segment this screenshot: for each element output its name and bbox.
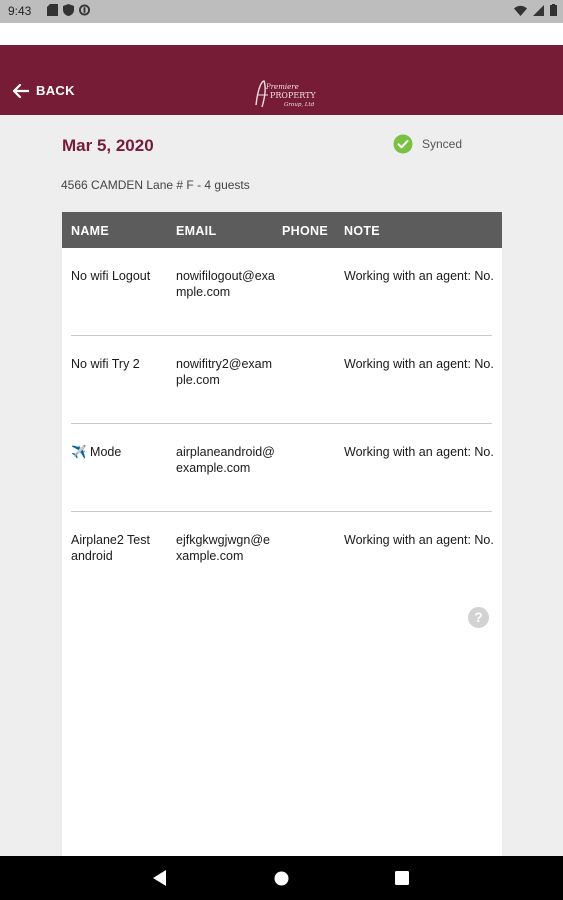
signal-icon bbox=[533, 4, 544, 16]
brand-logo: Premiere PROPERTY Group, Ltd bbox=[255, 80, 316, 108]
svg-text:PROPERTY: PROPERTY bbox=[270, 91, 316, 100]
app-header: BACK Premiere PROPERTY Group, Ltd bbox=[0, 45, 563, 115]
svg-text:Group, Ltd: Group, Ltd bbox=[284, 102, 315, 108]
table-row[interactable]: ✈️ Mode airplaneandroid@example.com Work… bbox=[62, 424, 502, 512]
event-date: Mar 5, 2020 bbox=[62, 136, 154, 155]
help-button[interactable]: ? bbox=[468, 607, 489, 628]
battery-icon bbox=[550, 4, 557, 16]
back-triangle-icon[interactable] bbox=[153, 870, 167, 886]
event-address: 4566 CAMDEN Lane # F - 4 guests bbox=[61, 178, 250, 192]
arrow-left-icon bbox=[13, 83, 29, 98]
sync-label: Synced bbox=[422, 137, 463, 151]
guest-email: nowifitry2@example.com bbox=[176, 357, 273, 387]
system-nav-bar bbox=[0, 856, 563, 900]
check-circle-icon bbox=[393, 134, 413, 154]
wifi-icon bbox=[514, 5, 527, 16]
status-bar: 9:43 bbox=[0, 0, 563, 23]
guest-note: Working with an agent: No. bbox=[344, 533, 494, 547]
column-header-phone: PHONE bbox=[282, 224, 328, 238]
back-button[interactable]: BACK bbox=[13, 83, 75, 98]
top-strip bbox=[0, 23, 563, 45]
guest-name: ✈️ Mode bbox=[71, 445, 122, 459]
data-saver-icon bbox=[79, 4, 90, 16]
table-header: NAME EMAIL PHONE NOTE bbox=[62, 212, 502, 248]
column-header-name: NAME bbox=[71, 224, 110, 238]
table-row[interactable]: Airplane2 Test android ejfkgkwgjwgn@exam… bbox=[62, 512, 502, 600]
shield-icon bbox=[63, 4, 74, 16]
sd-card-icon bbox=[47, 4, 58, 16]
guest-name: No wifi Logout bbox=[71, 269, 151, 283]
home-circle-icon[interactable] bbox=[274, 871, 289, 886]
guest-note: Working with an agent: No. bbox=[344, 269, 494, 283]
guest-table: NAME EMAIL PHONE NOTE No wifi Logout now… bbox=[62, 212, 502, 856]
sync-status: Synced bbox=[393, 134, 462, 154]
table-row[interactable]: No wifi Logout nowifilogout@example.com … bbox=[62, 248, 502, 336]
guest-email: airplaneandroid@example.com bbox=[176, 445, 275, 475]
table-row[interactable]: No wifi Try 2 nowifitry2@example.com Wor… bbox=[62, 336, 502, 424]
column-header-email: EMAIL bbox=[176, 224, 217, 238]
guest-note: Working with an agent: No. bbox=[344, 357, 494, 371]
svg-text:Premiere: Premiere bbox=[265, 83, 299, 91]
recents-square-icon[interactable] bbox=[395, 871, 409, 885]
column-header-note: NOTE bbox=[344, 224, 380, 238]
guest-email: nowifilogout@example.com bbox=[176, 269, 275, 299]
guest-email: ejfkgkwgjwgn@example.com bbox=[176, 533, 270, 563]
guest-note: Working with an agent: No. bbox=[344, 445, 494, 459]
guest-name: No wifi Try 2 bbox=[71, 357, 140, 371]
back-label: BACK bbox=[36, 83, 75, 98]
guest-name: Airplane2 Test android bbox=[71, 533, 150, 563]
status-time: 9:43 bbox=[8, 4, 32, 18]
